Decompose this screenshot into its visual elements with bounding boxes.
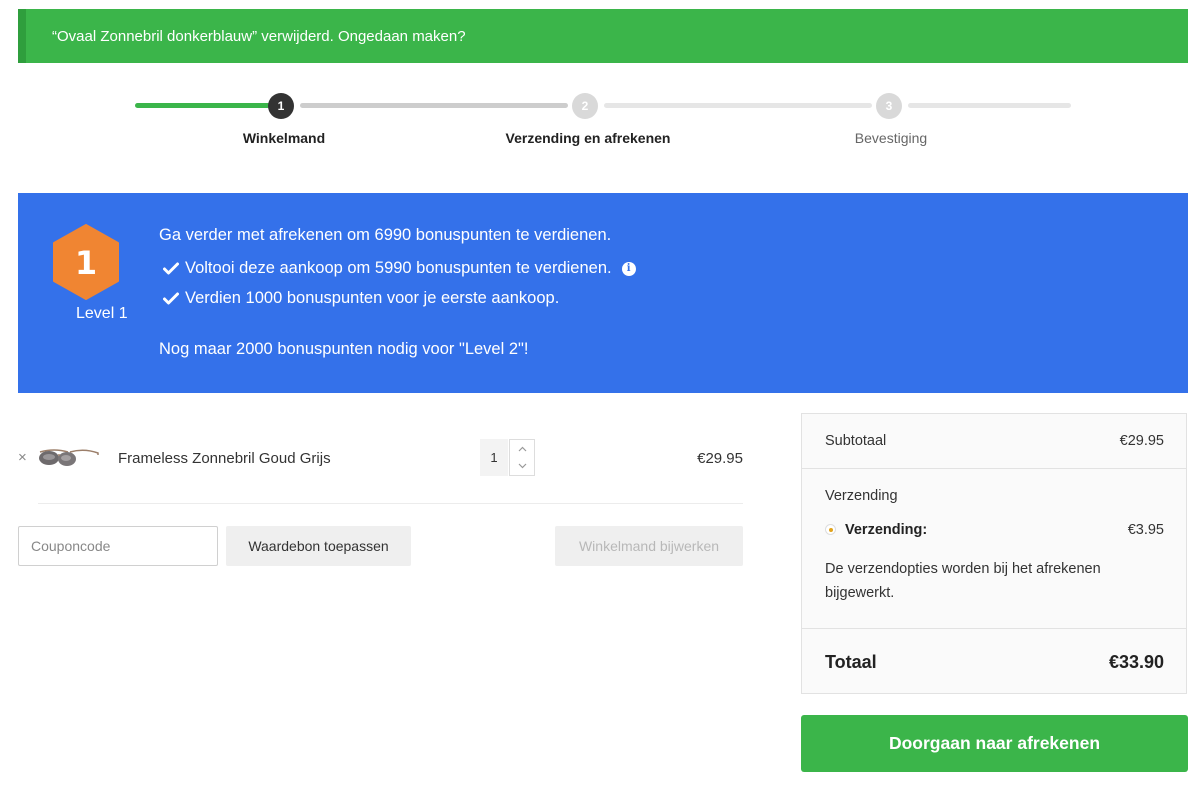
product-name-link[interactable]: Frameless Zonnebril Goud Grijs [118, 450, 331, 467]
bonus-item-text: Voltooi deze aankoop om 5990 bonuspunten… [185, 259, 612, 277]
bonus-item-text: Verdien 1000 bonuspunten voor je eerste … [185, 289, 560, 307]
progress-bar-complete [135, 103, 270, 108]
line-item-price: €29.95 [697, 450, 743, 467]
check-icon [163, 262, 181, 275]
step-3-label: Bevestiging [854, 130, 928, 146]
checkout-progress: 1 2 3 Winkelmand Verzending en afrekenen… [0, 90, 1204, 160]
shipping-title: Verzending [825, 488, 898, 504]
subtotal-value: €29.95 [1119, 433, 1164, 449]
total-label: Totaal [825, 652, 877, 672]
step-1-label[interactable]: Winkelmand [164, 130, 404, 146]
step-1-indicator: 1 [268, 93, 294, 119]
subtotal-label: Subtotaal [825, 433, 887, 449]
cart-totals: Subtotaal €29.95 Verzending Verzending: … [801, 413, 1187, 694]
apply-coupon-button[interactable]: Waardebon toepassen [226, 526, 411, 566]
step-3-indicator: 3 [876, 93, 902, 119]
total-value: €33.90 [1108, 652, 1164, 672]
info-icon[interactable]: i [621, 261, 636, 276]
bonus-footer: Nog maar 2000 bonuspunten nodig voor "Le… [159, 340, 529, 358]
coupon-code-input[interactable] [18, 526, 218, 566]
proceed-to-checkout-button[interactable]: Doorgaan naar afrekenen [801, 715, 1188, 772]
step-2-label[interactable]: Verzending en afrekenen [468, 130, 708, 146]
cart-notice: “Ovaal Zonnebril donkerblauw” verwijderd… [18, 9, 1188, 63]
level-badge-icon: 1 [52, 223, 120, 301]
progress-bar-segment [300, 103, 568, 108]
bonus-headline: Ga verder met afrekenen om 6990 bonuspun… [159, 226, 612, 244]
step-2-indicator: 2 [572, 93, 598, 119]
notice-message[interactable]: “Ovaal Zonnebril donkerblauw” verwijderd… [52, 28, 466, 45]
shipping-note: De verzendopties worden bij het afrekene… [825, 561, 1101, 601]
product-thumbnail[interactable] [38, 445, 100, 471]
shipping-option-label: Verzending: [845, 522, 928, 538]
close-icon[interactable]: × [18, 449, 27, 466]
quantity-stepper[interactable]: 1 [480, 439, 535, 476]
check-icon [163, 292, 181, 305]
cart-item-row: × Frameless Zonnebril Goud Grijs 1 €29.9… [18, 425, 743, 491]
shipping-radio[interactable] [825, 524, 836, 535]
level-label: Level 1 [76, 305, 128, 322]
shipping-option-value: €3.95 [1127, 522, 1164, 538]
quantity-spinner[interactable] [509, 439, 535, 476]
progress-bar-segment [604, 103, 872, 108]
progress-bar-segment [908, 103, 1071, 108]
bonus-item: Verdien 1000 bonuspunten voor je eerste … [163, 289, 559, 308]
bonus-item: Voltooi deze aankoop om 5990 bonuspunten… [163, 259, 636, 278]
subtotal-row: Subtotaal €29.95 [802, 414, 1186, 469]
update-cart-button[interactable]: Winkelmand bijwerken [555, 526, 743, 566]
divider [38, 503, 743, 504]
bonus-points-banner: 1 Level 1 Ga verder met afrekenen om 699… [18, 193, 1188, 393]
chevron-up-icon[interactable] [510, 440, 534, 458]
chevron-down-icon[interactable] [510, 458, 534, 476]
level-badge-number: 1 [75, 244, 97, 282]
divider [802, 628, 1186, 629]
quantity-input[interactable]: 1 [480, 439, 508, 476]
